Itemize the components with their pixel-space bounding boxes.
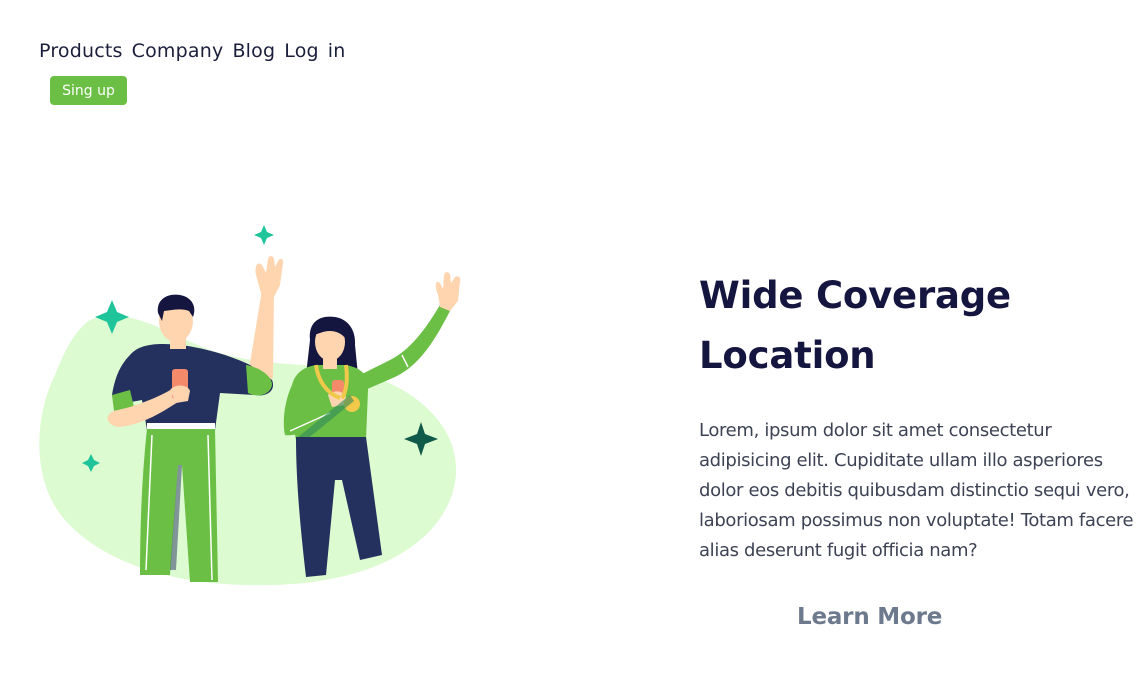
nav-link-in[interactable]: in <box>328 40 346 62</box>
nav-link-log[interactable]: Log <box>284 40 319 62</box>
nav-link-blog[interactable]: Blog <box>232 40 275 62</box>
signup-button[interactable]: Sing up <box>50 76 127 105</box>
nav-link-products[interactable]: Products <box>39 40 123 62</box>
sparkle-icon <box>254 225 274 245</box>
top-nav: Products Company Blog Log in <box>39 40 346 62</box>
waving-people-illustration <box>39 225 461 586</box>
background-blob <box>39 315 457 586</box>
hero-title-line1: Wide Coverage <box>699 274 1011 317</box>
hero-title: Wide Coverage Location <box>699 266 1119 386</box>
learn-more-link[interactable]: Learn More <box>797 604 942 630</box>
hero-description: Lorem, ipsum dolor sit amet consectetur … <box>699 420 1134 561</box>
hero-title-line2: Location <box>699 334 876 377</box>
nav-link-company[interactable]: Company <box>132 40 224 62</box>
